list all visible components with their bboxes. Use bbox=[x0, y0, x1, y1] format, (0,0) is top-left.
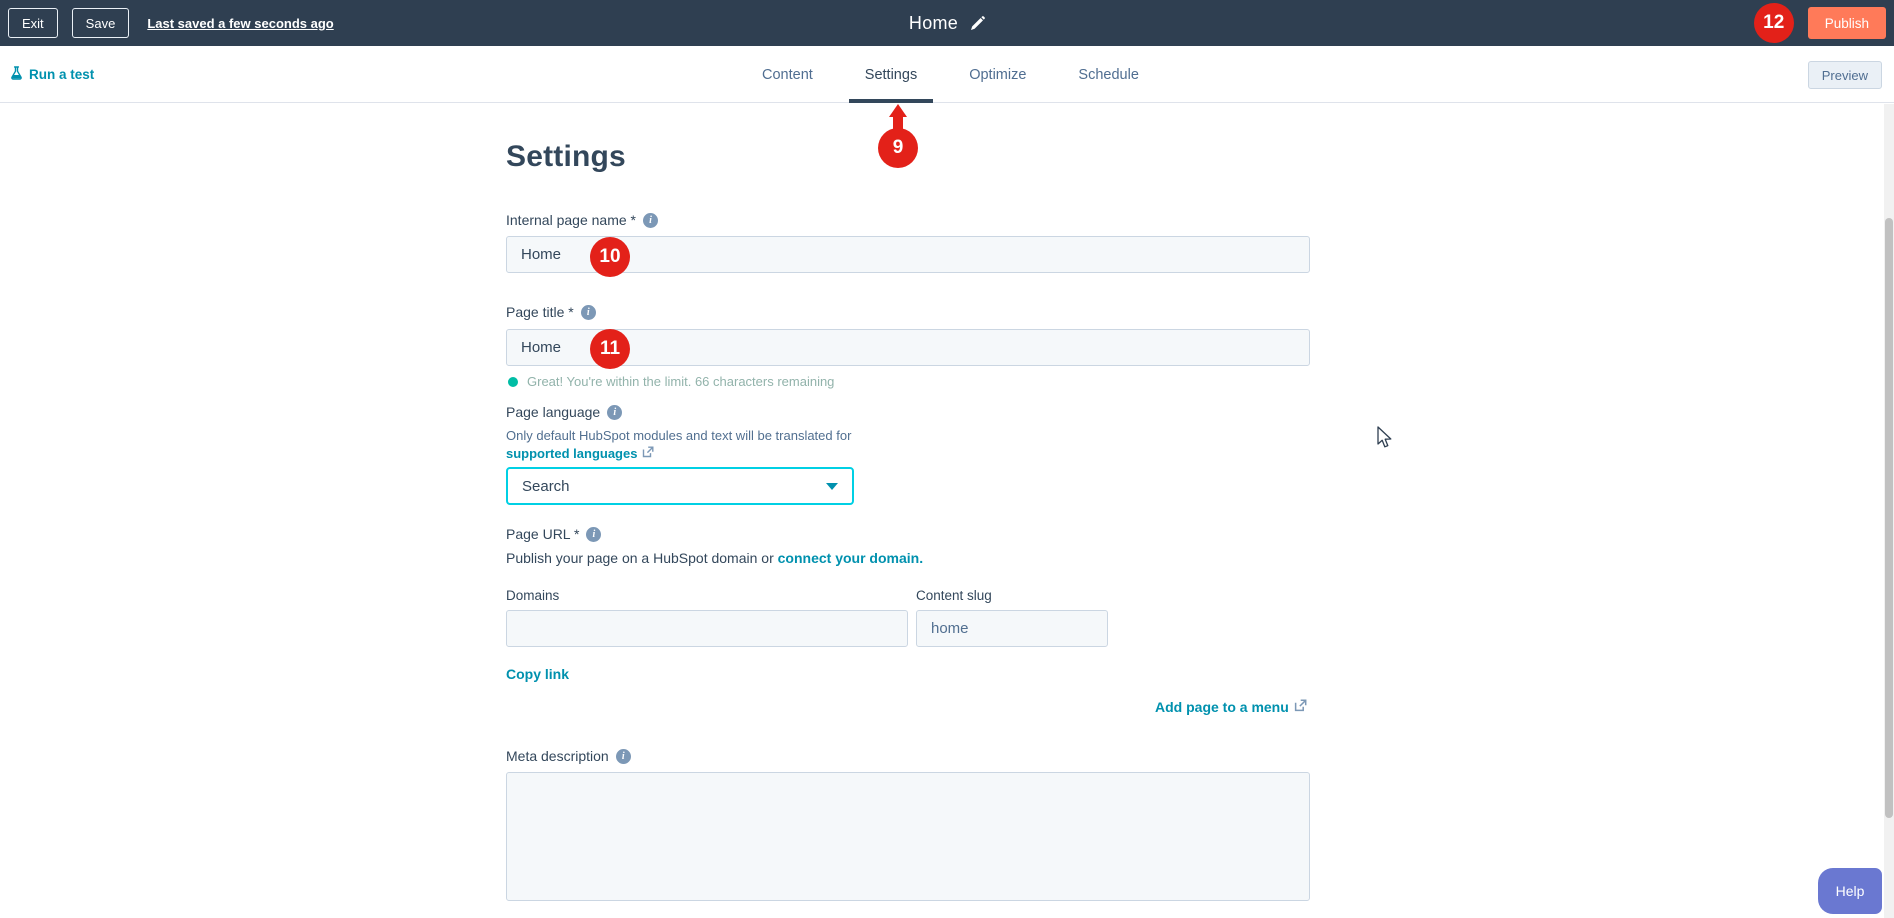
info-icon[interactable]: i bbox=[581, 305, 596, 320]
content-slug-input[interactable] bbox=[916, 610, 1108, 647]
top-bar-right: 12 Publish bbox=[1754, 0, 1886, 46]
annotation-badge-10: 10 bbox=[590, 237, 630, 277]
tab-content[interactable]: Content bbox=[746, 46, 829, 103]
top-bar: Exit Save Last saved a few seconds ago H… bbox=[0, 0, 1894, 46]
preview-button[interactable]: Preview bbox=[1808, 61, 1882, 89]
add-page-to-menu-row: Add page to a menu bbox=[1155, 699, 1307, 715]
page-language-selected-value: Search bbox=[522, 478, 570, 495]
page-title-label: Page title * bbox=[506, 304, 574, 320]
settings-heading: Settings bbox=[506, 140, 626, 174]
title-length-feedback: Great! You're within the limit. 66 chara… bbox=[508, 374, 834, 389]
page-language-label-row: Page language i bbox=[506, 404, 622, 420]
page-url-helper-text: Publish your page on a HubSpot domain or bbox=[506, 550, 778, 566]
domains-input[interactable] bbox=[506, 610, 908, 647]
editor-tabs: Content Settings Optimize Schedule bbox=[746, 46, 1155, 103]
editor-subnav: Run a test Content Settings Optimize Sch… bbox=[0, 46, 1894, 103]
chevron-down-icon bbox=[826, 483, 838, 490]
run-a-test-label: Run a test bbox=[29, 67, 94, 82]
success-dot-icon bbox=[508, 377, 518, 387]
meta-description-label-row: Meta description i bbox=[506, 748, 631, 764]
page-title-label-row: Page title * i bbox=[506, 304, 596, 320]
exit-button[interactable]: Exit bbox=[8, 8, 58, 38]
scrollbar-thumb[interactable] bbox=[1885, 218, 1893, 818]
page-language-helper: Only default HubSpot modules and text wi… bbox=[506, 428, 851, 443]
page-url-label: Page URL * bbox=[506, 526, 579, 542]
page-editor-settings-screen: Exit Save Last saved a few seconds ago H… bbox=[0, 0, 1894, 918]
copy-link[interactable]: Copy link bbox=[506, 666, 569, 682]
connect-your-domain-link[interactable]: connect your domain. bbox=[778, 550, 923, 566]
domains-label: Domains bbox=[506, 588, 559, 603]
annotation-badge-9: 9 bbox=[878, 128, 918, 168]
page-url-helper: Publish your page on a HubSpot domain or… bbox=[506, 550, 923, 566]
title-length-message: Great! You're within the limit. 66 chara… bbox=[527, 374, 834, 389]
page-language-dropdown[interactable]: Search bbox=[506, 467, 854, 505]
supported-languages-link[interactable]: supported languages bbox=[506, 446, 637, 461]
annotation-badge-11: 11 bbox=[590, 329, 630, 369]
internal-page-name-label-row: Internal page name * i bbox=[506, 212, 658, 228]
run-a-test-link[interactable]: Run a test bbox=[10, 46, 94, 102]
publish-button[interactable]: Publish bbox=[1808, 7, 1886, 39]
page-language-label: Page language bbox=[506, 404, 600, 420]
vertical-scrollbar[interactable] bbox=[1884, 104, 1894, 918]
meta-description-textarea[interactable] bbox=[506, 772, 1310, 901]
save-button[interactable]: Save bbox=[72, 8, 130, 38]
external-link-icon bbox=[642, 446, 654, 461]
page-url-label-row: Page URL * i bbox=[506, 526, 601, 542]
edit-title-pencil-icon[interactable] bbox=[970, 16, 985, 31]
add-page-to-menu-link[interactable]: Add page to a menu bbox=[1155, 699, 1289, 715]
tab-settings[interactable]: Settings bbox=[849, 46, 933, 103]
mouse-cursor bbox=[1376, 426, 1398, 455]
copy-link-row: Copy link bbox=[506, 666, 569, 682]
supported-languages-link-row: supported languages bbox=[506, 446, 654, 461]
annotation-badge-12: 12 bbox=[1754, 3, 1794, 43]
content-slug-label: Content slug bbox=[916, 588, 992, 603]
info-icon[interactable]: i bbox=[643, 213, 658, 228]
external-link-icon bbox=[1294, 699, 1307, 715]
info-icon[interactable]: i bbox=[607, 405, 622, 420]
meta-description-label: Meta description bbox=[506, 748, 609, 764]
help-button[interactable]: Help bbox=[1818, 868, 1882, 914]
info-icon[interactable]: i bbox=[616, 749, 631, 764]
last-saved-status[interactable]: Last saved a few seconds ago bbox=[147, 16, 333, 31]
info-icon[interactable]: i bbox=[586, 527, 601, 542]
page-title: Home bbox=[909, 13, 958, 34]
internal-page-name-label: Internal page name * bbox=[506, 212, 636, 228]
beaker-icon bbox=[10, 66, 23, 83]
tab-schedule[interactable]: Schedule bbox=[1062, 46, 1154, 103]
tab-optimize[interactable]: Optimize bbox=[953, 46, 1042, 103]
